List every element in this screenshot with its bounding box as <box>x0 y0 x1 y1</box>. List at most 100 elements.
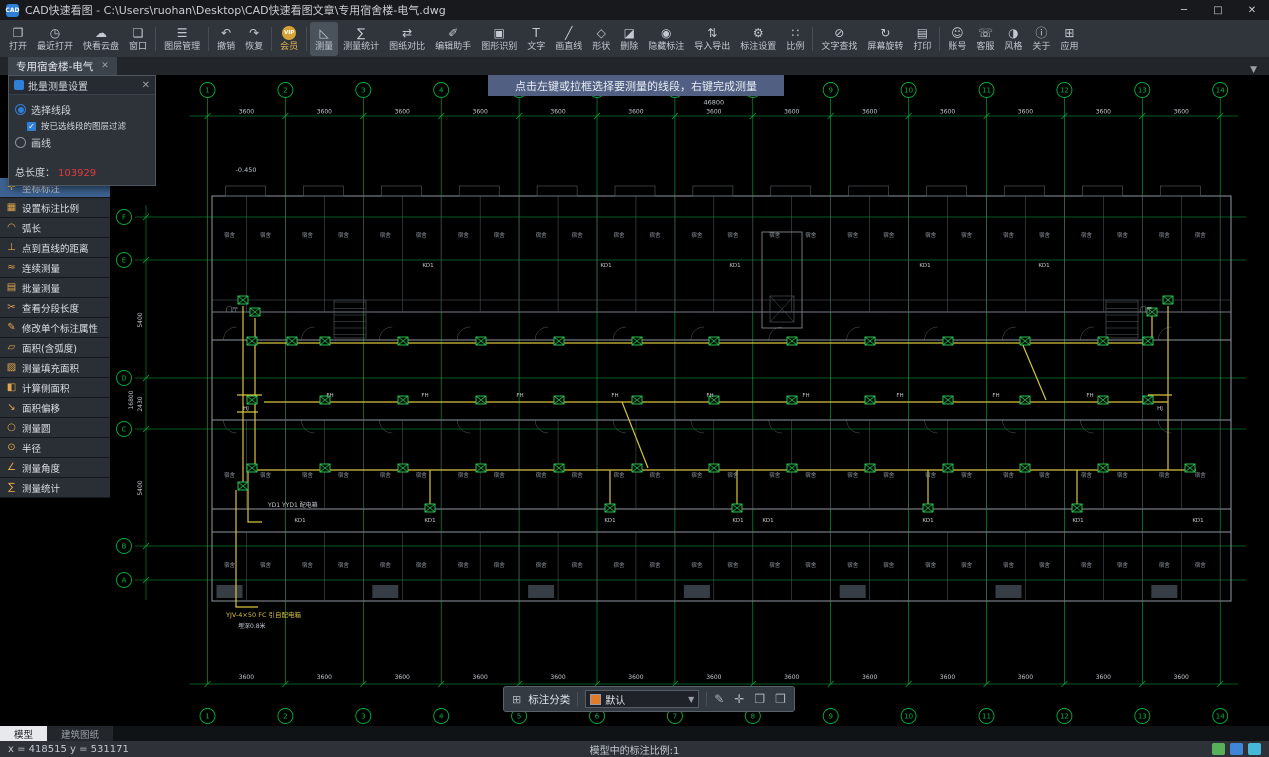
paste-icon[interactable]: ❒ <box>775 692 786 706</box>
sidebar-tool-area-with-arc[interactable]: ▱面积(含弧度) <box>0 338 110 358</box>
close-button[interactable]: ✕ <box>1235 0 1269 20</box>
svg-text:宿舍: 宿舍 <box>925 471 937 479</box>
svg-text:2: 2 <box>283 713 287 721</box>
sidebar-tool-side-area[interactable]: ◧计算侧面积 <box>0 378 110 398</box>
sidebar-tool-area-offset[interactable]: ↘面积偏移 <box>0 398 110 418</box>
svg-text:D: D <box>121 375 126 383</box>
svg-text:3600: 3600 <box>862 109 877 116</box>
copy-icon[interactable]: ❐ <box>754 692 765 706</box>
sidebar-tool-view-segment-length[interactable]: ✂查看分段长度 <box>0 298 110 318</box>
toolbar-button-window[interactable]: ❏窗口 <box>124 22 152 56</box>
svg-text:宿舍: 宿舍 <box>416 561 428 569</box>
svg-text:宿舍: 宿舍 <box>691 561 703 569</box>
shapes-icon: ◇ <box>597 26 606 40</box>
toolbar-button-style-theme[interactable]: ◑风格 <box>999 22 1027 56</box>
toolbar-button-scale[interactable]: ∷比例 <box>781 22 809 56</box>
move-icon[interactable]: ✛ <box>734 692 744 706</box>
svg-text:宿舍: 宿舍 <box>1039 471 1051 479</box>
measure-option-filter-by-layer[interactable]: ✓按已选线段的图层过滤 <box>27 120 149 132</box>
minimize-button[interactable]: ─ <box>1167 0 1201 20</box>
sheet-tab-architecture-sheet[interactable]: 建筑图纸 <box>47 726 113 741</box>
sidebar-tool-arc-length[interactable]: ◠弧长 <box>0 218 110 238</box>
toolbar-button-shapes[interactable]: ◇形状 <box>587 22 615 56</box>
batch-measure-settings-panel: 批量测量设置 ✕ 选择线段✓按已选线段的图层过滤画线 总长度：103929 <box>8 75 156 186</box>
radio-draw-line[interactable] <box>15 137 26 148</box>
toolbar-button-recent-open[interactable]: ◷最近打开 <box>32 22 78 56</box>
svg-text:宿舍: 宿舍 <box>458 231 470 239</box>
sidebar-tool-measure-fill-area[interactable]: ▨测量填充面积 <box>0 358 110 378</box>
sidebar-tool-set-annotation-scale[interactable]: ▦设置标注比例 <box>0 198 110 218</box>
toolbar-button-measure-statistics[interactable]: ∑测量统计 <box>338 22 384 56</box>
account-icon: ☺ <box>951 26 964 40</box>
svg-text:1: 1 <box>205 87 209 95</box>
edit-icon[interactable]: ✎ <box>714 692 724 706</box>
toolbar-button-apps[interactable]: ⊞应用 <box>1055 22 1083 56</box>
toolbar-button-about[interactable]: ⓘ关于 <box>1027 22 1055 56</box>
measure-option-draw-line[interactable]: 画线 <box>15 135 149 150</box>
sheet-tab-model[interactable]: 模型 <box>0 726 47 741</box>
toolbar-button-print[interactable]: ▤打印 <box>908 22 936 56</box>
toolbar-button-text[interactable]: T文字 <box>522 22 550 56</box>
toolbar-button-hide-annotations[interactable]: ◉隐藏标注 <box>643 22 689 56</box>
sidebar-tool-radius[interactable]: ⊙半径 <box>0 438 110 458</box>
toolbar-button-delete[interactable]: ◪删除 <box>615 22 643 56</box>
sidebar-tool-batch-measure[interactable]: ▤批量测量 <box>0 278 110 298</box>
tab-close-icon[interactable]: ✕ <box>101 61 109 71</box>
panel-close-icon[interactable]: ✕ <box>142 80 150 91</box>
toolbar-button-undo[interactable]: ↶撤销 <box>212 22 240 56</box>
svg-text:宿舍: 宿舍 <box>769 471 781 479</box>
document-tab-active[interactable]: 专用宿舍楼-电气 ✕ <box>8 57 117 75</box>
toolbar-button-vip-member[interactable]: VIP会员 <box>275 22 303 56</box>
toolbar-button-account[interactable]: ☺账号 <box>943 22 971 56</box>
sidebar-tool-point-to-line-distance[interactable]: ⊥点到直线的距离 <box>0 238 110 258</box>
toolbar-button-open[interactable]: ❐打开 <box>4 22 32 56</box>
toolbar-button-draw-line[interactable]: ╱画直线 <box>550 22 587 56</box>
toolbar-button-cloud-drive[interactable]: ☁快看云盘 <box>78 22 124 56</box>
apps-icon: ⊞ <box>1064 26 1074 40</box>
layer-manager-icon: ☰ <box>177 26 188 40</box>
status-icon-green[interactable] <box>1212 743 1225 755</box>
status-icon-blue[interactable] <box>1230 743 1243 755</box>
sidebar-tool-measure-statistics[interactable]: ∑测量统计 <box>0 478 110 498</box>
toolbar-button-measure[interactable]: ◺测量 <box>310 22 338 56</box>
status-icon-cyan[interactable] <box>1248 743 1261 755</box>
floor-plan-canvas[interactable]: 1122334455667788991010111112121313141436… <box>0 0 1269 757</box>
tab-list-caret-icon[interactable]: ▼ <box>1238 65 1269 75</box>
sidebar-tool-measure-angle[interactable]: ∠测量角度 <box>0 458 110 478</box>
sidebar-tool-edit-annotation-property[interactable]: ✎修改单个标注属性 <box>0 318 110 338</box>
sidebar-tool-continuous-measure[interactable]: ≈连续测量 <box>0 258 110 278</box>
toolbar-button-edit-assistant[interactable]: ✐编辑助手 <box>430 22 476 56</box>
measure-tools-sidebar: ✛坐标标注▦设置标注比例◠弧长⊥点到直线的距离≈连续测量▤批量测量✂查看分段长度… <box>0 178 110 498</box>
category-selected-value: 默认 <box>605 692 684 707</box>
category-grid-icon[interactable]: ⊞ <box>512 693 521 706</box>
svg-text:宿舍: 宿舍 <box>338 471 350 479</box>
checkbox-filter-by-layer[interactable]: ✓ <box>27 122 36 131</box>
panel-options: 选择线段 ✓按已选线段的图层过滤画线 <box>9 95 155 159</box>
toolbar-button-layer-manager[interactable]: ☰图层管理 <box>159 22 205 56</box>
panel-header[interactable]: 批量测量设置 ✕ <box>9 76 155 95</box>
svg-text:3600: 3600 <box>317 674 332 681</box>
toolbar-button-import-export[interactable]: ⇅导入导出 <box>689 22 735 56</box>
toolbar-button-shape-recognition[interactable]: ▣图形识别 <box>476 22 522 56</box>
svg-text:3600: 3600 <box>706 674 721 681</box>
toolbar-button-customer-service[interactable]: ☏客服 <box>971 22 999 56</box>
toolbar-button-redo[interactable]: ↷恢复 <box>240 22 268 56</box>
toolbar-button-drawing-compare[interactable]: ⇄图纸对比 <box>384 22 430 56</box>
svg-text:13: 13 <box>1138 87 1147 95</box>
svg-text:宿舍: 宿舍 <box>847 471 859 479</box>
sidebar-tool-label: 测量填充面积 <box>22 361 79 375</box>
category-select[interactable]: 默认 ▼ <box>585 690 699 708</box>
sidebar-tool-measure-circle[interactable]: ○测量圆 <box>0 418 110 438</box>
measure-option-select-segment[interactable]: 选择线段 <box>15 102 149 117</box>
toolbar-button-text-search[interactable]: ⊘文字查找 <box>816 22 862 56</box>
radio-select-segment[interactable] <box>15 104 26 115</box>
svg-text:宿舍: 宿舍 <box>1081 231 1093 239</box>
maximize-button[interactable]: □ <box>1201 0 1235 20</box>
toolbar-button-label: 隐藏标注 <box>648 42 684 52</box>
svg-text:3600: 3600 <box>317 109 332 116</box>
toolbar-button-annotation-settings[interactable]: ⚙标注设置 <box>735 22 781 56</box>
svg-text:宿舍: 宿舍 <box>1195 561 1207 569</box>
svg-text:FH: FH <box>421 393 428 399</box>
svg-text:6: 6 <box>595 713 600 721</box>
toolbar-button-screen-rotate[interactable]: ↻屏幕旋转 <box>862 22 908 56</box>
